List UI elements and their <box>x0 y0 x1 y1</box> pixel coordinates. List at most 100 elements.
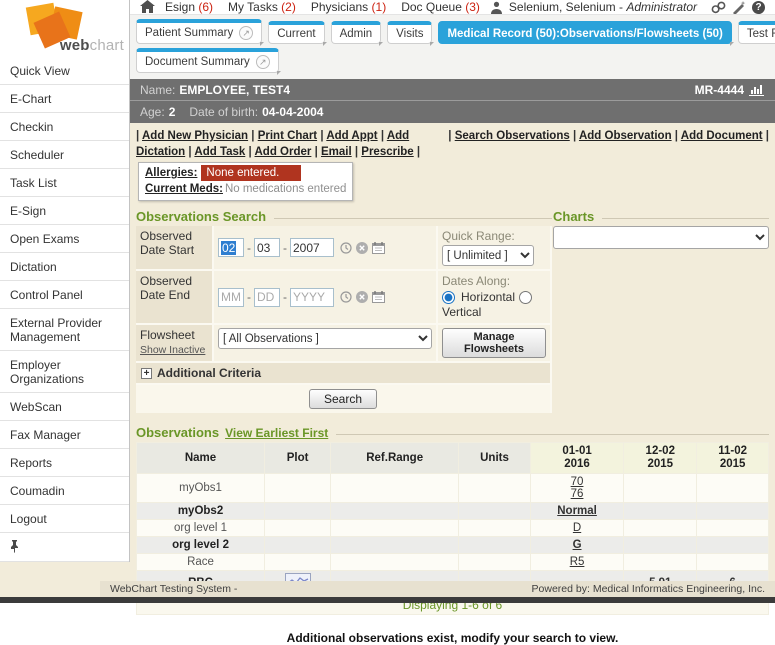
tab-row-1: Patient Summary↗ Current AdminVisits Medica… <box>136 19 769 44</box>
nav-item-doc-queue[interactable]: Doc Queue (3) <box>401 0 480 14</box>
action-add-observation[interactable]: Add Observation <box>579 130 672 142</box>
obs-plot-cell <box>265 537 331 554</box>
sidebar-item-quick-view[interactable]: Quick View <box>0 57 129 85</box>
obs-value-cell <box>697 520 769 537</box>
allergies-link[interactable]: Allergies: <box>145 167 197 179</box>
pin-icon <box>10 540 119 553</box>
tab-medical-record-50-observations-flowsheets-50[interactable]: Medical Record (50):Observations/Flowshe… <box>438 21 731 44</box>
obs-value-link-myobs1-70[interactable]: 70 <box>571 476 584 488</box>
footer-left-text: WebChart Testing System - <box>110 583 237 595</box>
clear-date-icon[interactable] <box>356 242 368 254</box>
vertical-radio[interactable] <box>519 291 532 304</box>
tab-document-summary[interactable]: Document Summary↗ <box>136 48 279 73</box>
search-button[interactable]: Search <box>309 389 377 409</box>
action-search-observations[interactable]: Search Observations <box>455 130 570 142</box>
obs-value-cell <box>624 503 697 520</box>
home-icon[interactable] <box>140 0 155 14</box>
clock-icon[interactable] <box>340 242 352 254</box>
sidebar-item-dictation[interactable]: Dictation <box>0 253 129 281</box>
user-name: Selenium, Selenium - Administrator <box>509 0 697 14</box>
sidebar-item-scheduler[interactable]: Scheduler <box>0 141 129 169</box>
logo-text: webchart <box>60 37 124 54</box>
end-day-input[interactable]: DD <box>254 288 280 307</box>
start-year-input[interactable]: 2007 <box>290 238 334 257</box>
sidebar-item-e-sign[interactable]: E-Sign <box>0 197 129 225</box>
obs-plot-cell <box>265 474 331 503</box>
obs-cell <box>459 520 531 537</box>
tab-test-results[interactable]: Test Results <box>738 21 775 44</box>
obs-value-cell <box>624 474 697 503</box>
action-add-order[interactable]: Add Order <box>255 146 312 158</box>
webchart-logo[interactable]: webchart <box>0 0 129 57</box>
tab-visits[interactable]: Visits <box>387 21 432 44</box>
popout-icon[interactable]: ↗ <box>239 26 253 40</box>
nav-item-my-tasks[interactable]: My Tasks (2) <box>228 0 296 14</box>
chart-actions-right: | Search Observations | Add Observation … <box>448 128 769 160</box>
sidebar-item-external-provider-management[interactable]: External Provider Management <box>0 309 129 351</box>
action-add-task[interactable]: Add Task <box>194 146 245 158</box>
obs-plot-cell <box>265 520 331 537</box>
nav-item-esign[interactable]: Esign (6) <box>165 0 213 14</box>
wand-icon[interactable] <box>732 1 746 14</box>
column-header-ref-range: Ref.Range <box>331 443 459 474</box>
manage-flowsheets-button[interactable]: Manage Flowsheets <box>442 328 546 358</box>
sidebar-item-checkin[interactable]: Checkin <box>0 113 129 141</box>
sidebar-item-control-panel[interactable]: Control Panel <box>0 281 129 309</box>
clock-icon[interactable] <box>340 291 352 303</box>
action-prescribe[interactable]: Prescribe <box>361 146 413 158</box>
end-month-input[interactable]: MM <box>218 288 244 307</box>
sidebar-item-open-exams[interactable]: Open Exams <box>0 225 129 253</box>
quick-range-select[interactable]: [ Unlimited ] <box>442 245 534 266</box>
show-inactive-link[interactable]: Show Inactive <box>140 344 205 356</box>
tab-current[interactable]: Current <box>268 21 324 44</box>
clear-date-icon[interactable] <box>356 291 368 303</box>
column-header-plot: Plot <box>265 443 331 474</box>
sidebar-item-e-chart[interactable]: E-Chart <box>0 85 129 113</box>
sidebar-item-webscan[interactable]: WebScan <box>0 393 129 421</box>
obs-name: myObs1 <box>137 474 265 503</box>
action-add-appt[interactable]: Add Appt <box>326 130 377 142</box>
sidebar-item-fax-manager[interactable]: Fax Manager <box>0 421 129 449</box>
obs-plot-cell <box>265 554 331 571</box>
sidebar-item-logout[interactable]: Logout <box>0 505 129 533</box>
topnav-right: Selenium, Selenium - Administrator ? <box>490 0 765 14</box>
link-icon[interactable] <box>711 1 726 14</box>
obs-value-link-myobs2-normal[interactable]: Normal <box>557 505 597 517</box>
nav-item-physicians[interactable]: Physicians (1) <box>311 0 386 14</box>
additional-criteria-toggle[interactable]: + Additional Criteria <box>136 363 550 383</box>
action-add-new-physician[interactable]: Add New Physician <box>142 130 248 142</box>
obs-value-link-race-r5[interactable]: R5 <box>570 556 585 568</box>
flowsheet-select[interactable]: [ All Observations ] <box>218 328 432 349</box>
obs-row-org-level-2: org level 2G <box>137 537 769 554</box>
patient-dob: 04-04-2004 <box>262 105 323 119</box>
start-month-input[interactable]: 02 <box>218 238 244 257</box>
horizontal-radio[interactable] <box>442 291 455 304</box>
obs-value-cell <box>697 474 769 503</box>
help-icon[interactable]: ? <box>752 1 765 14</box>
calendar-icon[interactable] <box>372 291 385 303</box>
action-print-chart[interactable]: Print Chart <box>258 130 317 142</box>
tab-patient-summary[interactable]: Patient Summary↗ <box>136 19 262 44</box>
patient-chart-icon[interactable] <box>749 84 765 96</box>
charts-select[interactable] <box>553 226 769 249</box>
sidebar-item-task-list[interactable]: Task List <box>0 169 129 197</box>
obs-value-link-myobs1-76[interactable]: 76 <box>571 488 584 500</box>
sidebar-item-reports[interactable]: Reports <box>0 449 129 477</box>
current-meds-link[interactable]: Current Meds: <box>145 183 223 195</box>
start-day-input[interactable]: 03 <box>254 238 280 257</box>
obs-value-link-org-level-1-d[interactable]: D <box>573 522 581 534</box>
sidebar-item-coumadin[interactable]: Coumadin <box>0 477 129 505</box>
calendar-icon[interactable] <box>372 242 385 254</box>
expand-plus-icon[interactable]: + <box>141 368 152 379</box>
end-year-input[interactable]: YYYY <box>290 288 334 307</box>
action-add-document[interactable]: Add Document <box>681 130 763 142</box>
action-email[interactable]: Email <box>321 146 352 158</box>
view-earliest-first-link[interactable]: View Earliest First <box>225 426 328 440</box>
obs-value-link-org-level-2-g[interactable]: G <box>573 539 582 551</box>
sidebar-item-employer-organizations[interactable]: Employer Organizations <box>0 351 129 393</box>
popout-icon[interactable]: ↗ <box>256 55 270 69</box>
obs-cell <box>331 554 459 571</box>
patient-mr-number: MR-4444 <box>695 83 744 97</box>
sidebar-pin-button[interactable] <box>0 533 129 562</box>
tab-admin[interactable]: Admin <box>331 21 382 44</box>
